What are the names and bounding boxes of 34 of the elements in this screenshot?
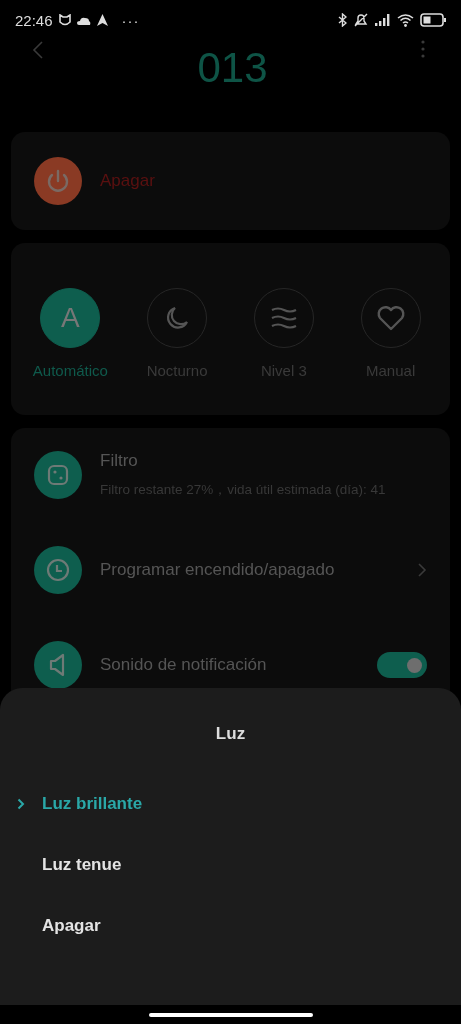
signal-icon [375, 14, 391, 26]
waves-icon [269, 307, 298, 329]
status-time: 22:46 [15, 11, 53, 29]
moon-icon [164, 305, 191, 331]
sheet-option[interactable]: Apagar [42, 915, 101, 936]
power-label[interactable]: Apagar [100, 171, 155, 191]
battery-icon [420, 13, 447, 27]
sheet-option[interactable]: Luz tenue [42, 854, 122, 875]
navigation-icon [96, 14, 108, 26]
heart-icon [376, 305, 405, 331]
toggle-switch[interactable] [377, 652, 427, 678]
device-title: 013 [197, 44, 268, 92]
sheet-title: Luz [215, 724, 246, 744]
setting-title[interactable]: Filtro [100, 451, 427, 471]
home-indicator[interactable] [148, 1012, 313, 1017]
chevron-right-icon [17, 797, 25, 810]
chevron-right-icon[interactable] [417, 562, 427, 578]
setting-title[interactable]: Sonido de notificación [100, 655, 359, 675]
power-button-icon[interactable] [34, 157, 82, 205]
bluetooth-icon [338, 13, 347, 27]
cat-face-icon [58, 14, 71, 26]
mode-button[interactable]: A [40, 288, 101, 348]
filter-icon [34, 451, 82, 499]
clock-icon [34, 546, 82, 594]
muted-bell-icon [353, 13, 369, 27]
back-icon[interactable] [32, 40, 44, 60]
cloud-icon [76, 15, 91, 25]
setting-title[interactable]: Programar encendido/apagado [100, 560, 399, 580]
wifi-icon [397, 13, 414, 27]
speaker-icon [34, 641, 82, 689]
menu-icon[interactable] [421, 40, 425, 58]
more-notifications: ··· [121, 11, 140, 29]
sheet-option[interactable]: Luz brillante [42, 793, 143, 814]
mode-label: Automático [32, 362, 108, 379]
